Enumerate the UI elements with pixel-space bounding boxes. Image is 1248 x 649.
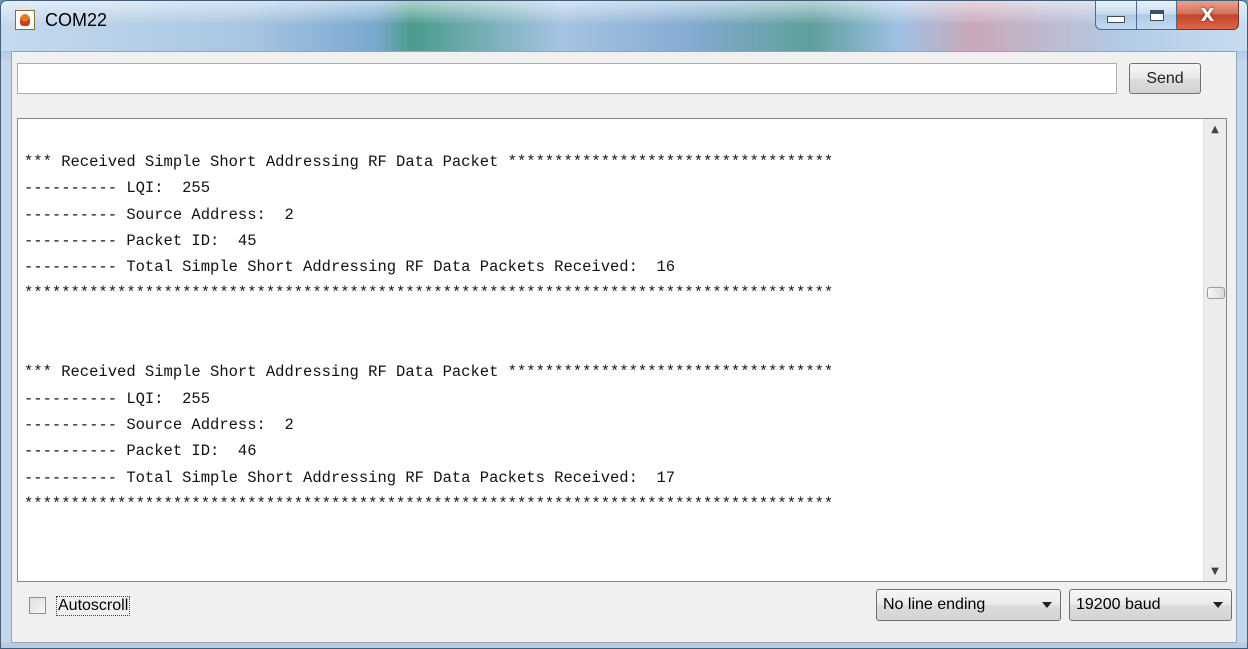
- serial-send-input[interactable]: [17, 63, 1117, 94]
- output-line: ---------- Source Address: 2: [24, 205, 294, 224]
- autoscroll-checkbox[interactable]: [29, 597, 46, 614]
- window-bottom-border: [1, 643, 1247, 648]
- baud-rate-value: 19200 baud: [1076, 596, 1161, 613]
- serial-monitor-window: COM22 X Send *** Received Simple Short A…: [0, 0, 1248, 649]
- baud-rate-select[interactable]: 19200 baud: [1069, 589, 1232, 621]
- serial-output-text: *** Received Simple Short Addressing RF …: [24, 149, 833, 517]
- output-line: ****************************************…: [24, 284, 834, 303]
- output-line: ---------- Packet ID: 46: [24, 442, 257, 461]
- output-line: *** Received Simple Short Addressing RF …: [24, 363, 834, 382]
- caption-buttons: X: [1095, 1, 1239, 31]
- output-line: ---------- Packet ID: 45: [24, 231, 257, 250]
- close-icon: X: [1200, 4, 1215, 26]
- vertical-scrollbar[interactable]: ▲ ▼: [1203, 119, 1226, 581]
- autoscroll-label[interactable]: Autoscroll: [56, 596, 131, 616]
- arduino-java-icon[interactable]: [15, 10, 35, 30]
- minimize-button[interactable]: [1095, 1, 1137, 30]
- window-title: COM22: [45, 10, 108, 30]
- output-line: ---------- LQI: 255: [24, 389, 211, 408]
- output-line: ---------- Total Simple Short Addressing…: [24, 468, 676, 487]
- line-ending-value: No line ending: [883, 596, 986, 613]
- send-button[interactable]: Send: [1129, 63, 1201, 94]
- output-line: ****************************************…: [24, 494, 834, 513]
- close-button[interactable]: X: [1177, 1, 1239, 30]
- title-bar[interactable]: COM22 X: [1, 1, 1247, 51]
- maximize-icon: [1149, 9, 1164, 21]
- scroll-up-arrow-icon[interactable]: ▲: [1204, 119, 1226, 139]
- minimize-icon: [1107, 15, 1125, 23]
- scroll-down-arrow-icon[interactable]: ▼: [1204, 561, 1226, 581]
- maximize-button[interactable]: [1137, 1, 1177, 30]
- line-ending-select[interactable]: No line ending: [876, 589, 1061, 621]
- client-area: Send *** Received Simple Short Addressin…: [11, 51, 1237, 643]
- output-line: ---------- Source Address: 2: [24, 415, 294, 434]
- chevron-down-icon: [1213, 602, 1223, 608]
- output-line: ---------- Total Simple Short Addressing…: [24, 258, 676, 277]
- chevron-down-icon: [1042, 602, 1052, 608]
- serial-output-area[interactable]: *** Received Simple Short Addressing RF …: [17, 118, 1227, 582]
- scroll-thumb[interactable]: [1207, 287, 1225, 300]
- output-line: *** Received Simple Short Addressing RF …: [24, 153, 834, 171]
- output-line: ---------- LQI: 255: [24, 179, 211, 198]
